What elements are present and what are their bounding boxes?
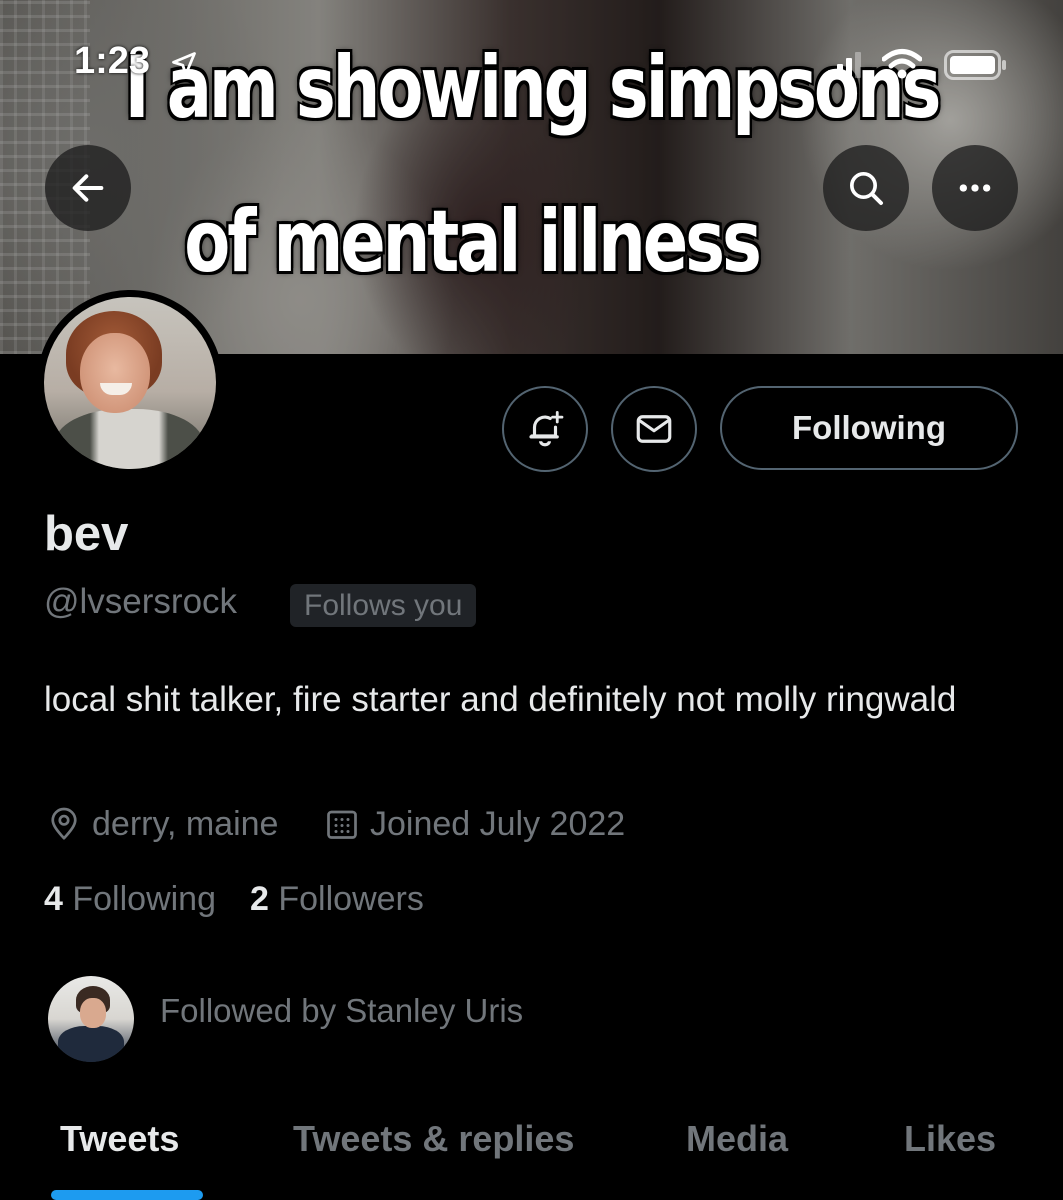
followers-label: Followers xyxy=(278,880,424,918)
search-button[interactable] xyxy=(823,145,909,231)
avatar-photo xyxy=(44,297,216,469)
followed-by-text[interactable]: Followed by Stanley Uris xyxy=(160,992,523,1030)
wifi-icon xyxy=(882,49,922,79)
tab-tweets-and-replies[interactable]: Tweets & replies xyxy=(293,1118,574,1160)
follows-you-badge: Follows you xyxy=(290,584,477,627)
profile-bio: local shit talker, fire starter and defi… xyxy=(44,680,957,719)
back-button[interactable] xyxy=(45,145,131,231)
tab-media[interactable]: Media xyxy=(686,1118,788,1160)
profile-avatar[interactable] xyxy=(37,290,223,476)
mutual-follower-avatar[interactable] xyxy=(48,976,134,1062)
map-pin-icon xyxy=(51,807,77,840)
status-time: 1:23 xyxy=(74,40,151,82)
bell-plus-icon xyxy=(529,410,564,447)
message-button[interactable] xyxy=(611,386,697,472)
display-name: bev xyxy=(44,507,129,561)
following-label: Following xyxy=(72,880,216,918)
following-count-link[interactable]: 4 Following xyxy=(44,880,216,919)
more-options-button[interactable] xyxy=(932,145,1018,231)
location-arrow-icon xyxy=(172,52,196,76)
battery-icon xyxy=(944,50,1006,80)
envelope-icon xyxy=(636,415,672,443)
more-icon xyxy=(959,184,991,192)
arrow-left-icon xyxy=(72,174,104,202)
joined-text: Joined July 2022 xyxy=(370,804,626,843)
notifications-button[interactable] xyxy=(502,386,588,472)
followers-count-link[interactable]: 2 Followers xyxy=(250,880,424,919)
following-count: 4 xyxy=(44,880,63,918)
following-button[interactable]: Following xyxy=(720,386,1018,470)
tab-likes[interactable]: Likes xyxy=(904,1118,996,1160)
banner-caption-line-1: I am showing simpsons xyxy=(124,38,942,138)
search-icon xyxy=(850,172,883,205)
followers-count: 2 xyxy=(250,880,269,918)
active-tab-indicator xyxy=(51,1190,203,1200)
profile-joined-date: Joined July 2022 xyxy=(324,802,625,846)
tab-tweets[interactable]: Tweets xyxy=(60,1118,179,1160)
banner-caption-line-2: of mental illness xyxy=(184,192,762,292)
location-text: derry, maine xyxy=(92,804,279,843)
calendar-icon xyxy=(327,810,357,839)
cellular-signal-icon xyxy=(828,52,861,78)
username-handle: @lvsersrock xyxy=(44,582,238,621)
profile-location: derry, maine xyxy=(46,802,278,846)
